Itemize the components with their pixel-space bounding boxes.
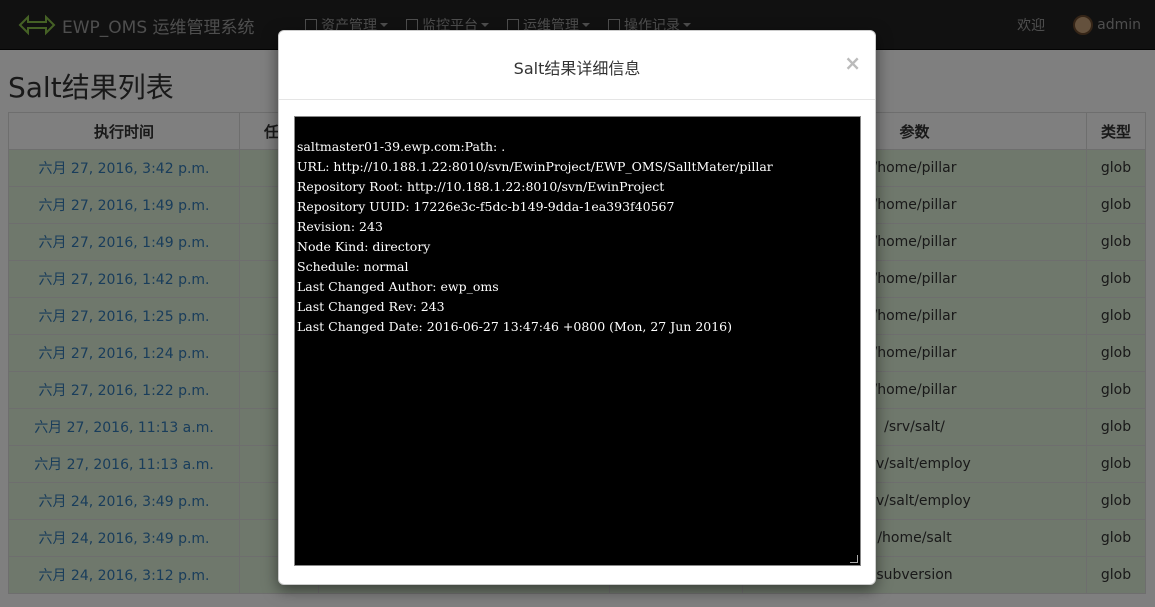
output-line: Repository Root: http://10.188.1.22:8010… (297, 179, 665, 194)
output-line: saltmaster01-39.ewp.com:Path: . (297, 139, 506, 154)
output-line: Last Changed Author: ewp_oms (297, 279, 499, 294)
resize-handle-icon[interactable] (850, 555, 858, 563)
output-line: Last Changed Date: 2016-06-27 13:47:46 +… (297, 319, 733, 334)
result-detail-modal: Salt结果详细信息 × saltmaster01-39.ewp.com:Pat… (278, 30, 876, 585)
output-line: Node Kind: directory (297, 239, 431, 254)
modal-title: Salt结果详细信息 (513, 59, 641, 78)
output-line: URL: http://10.188.1.22:8010/svn/EwinPro… (297, 159, 773, 174)
result-output-textarea[interactable]: saltmaster01-39.ewp.com:Path: . URL: http… (294, 116, 861, 566)
modal-header: Salt结果详细信息 × (279, 31, 875, 100)
output-line: Last Changed Rev: 243 (297, 299, 445, 314)
close-icon[interactable]: × (844, 51, 861, 75)
output-line: Repository UUID: 17226e3c-f5dc-b149-9dda… (297, 199, 675, 214)
output-line: Schedule: normal (297, 259, 409, 274)
output-line: Revision: 243 (297, 219, 383, 234)
